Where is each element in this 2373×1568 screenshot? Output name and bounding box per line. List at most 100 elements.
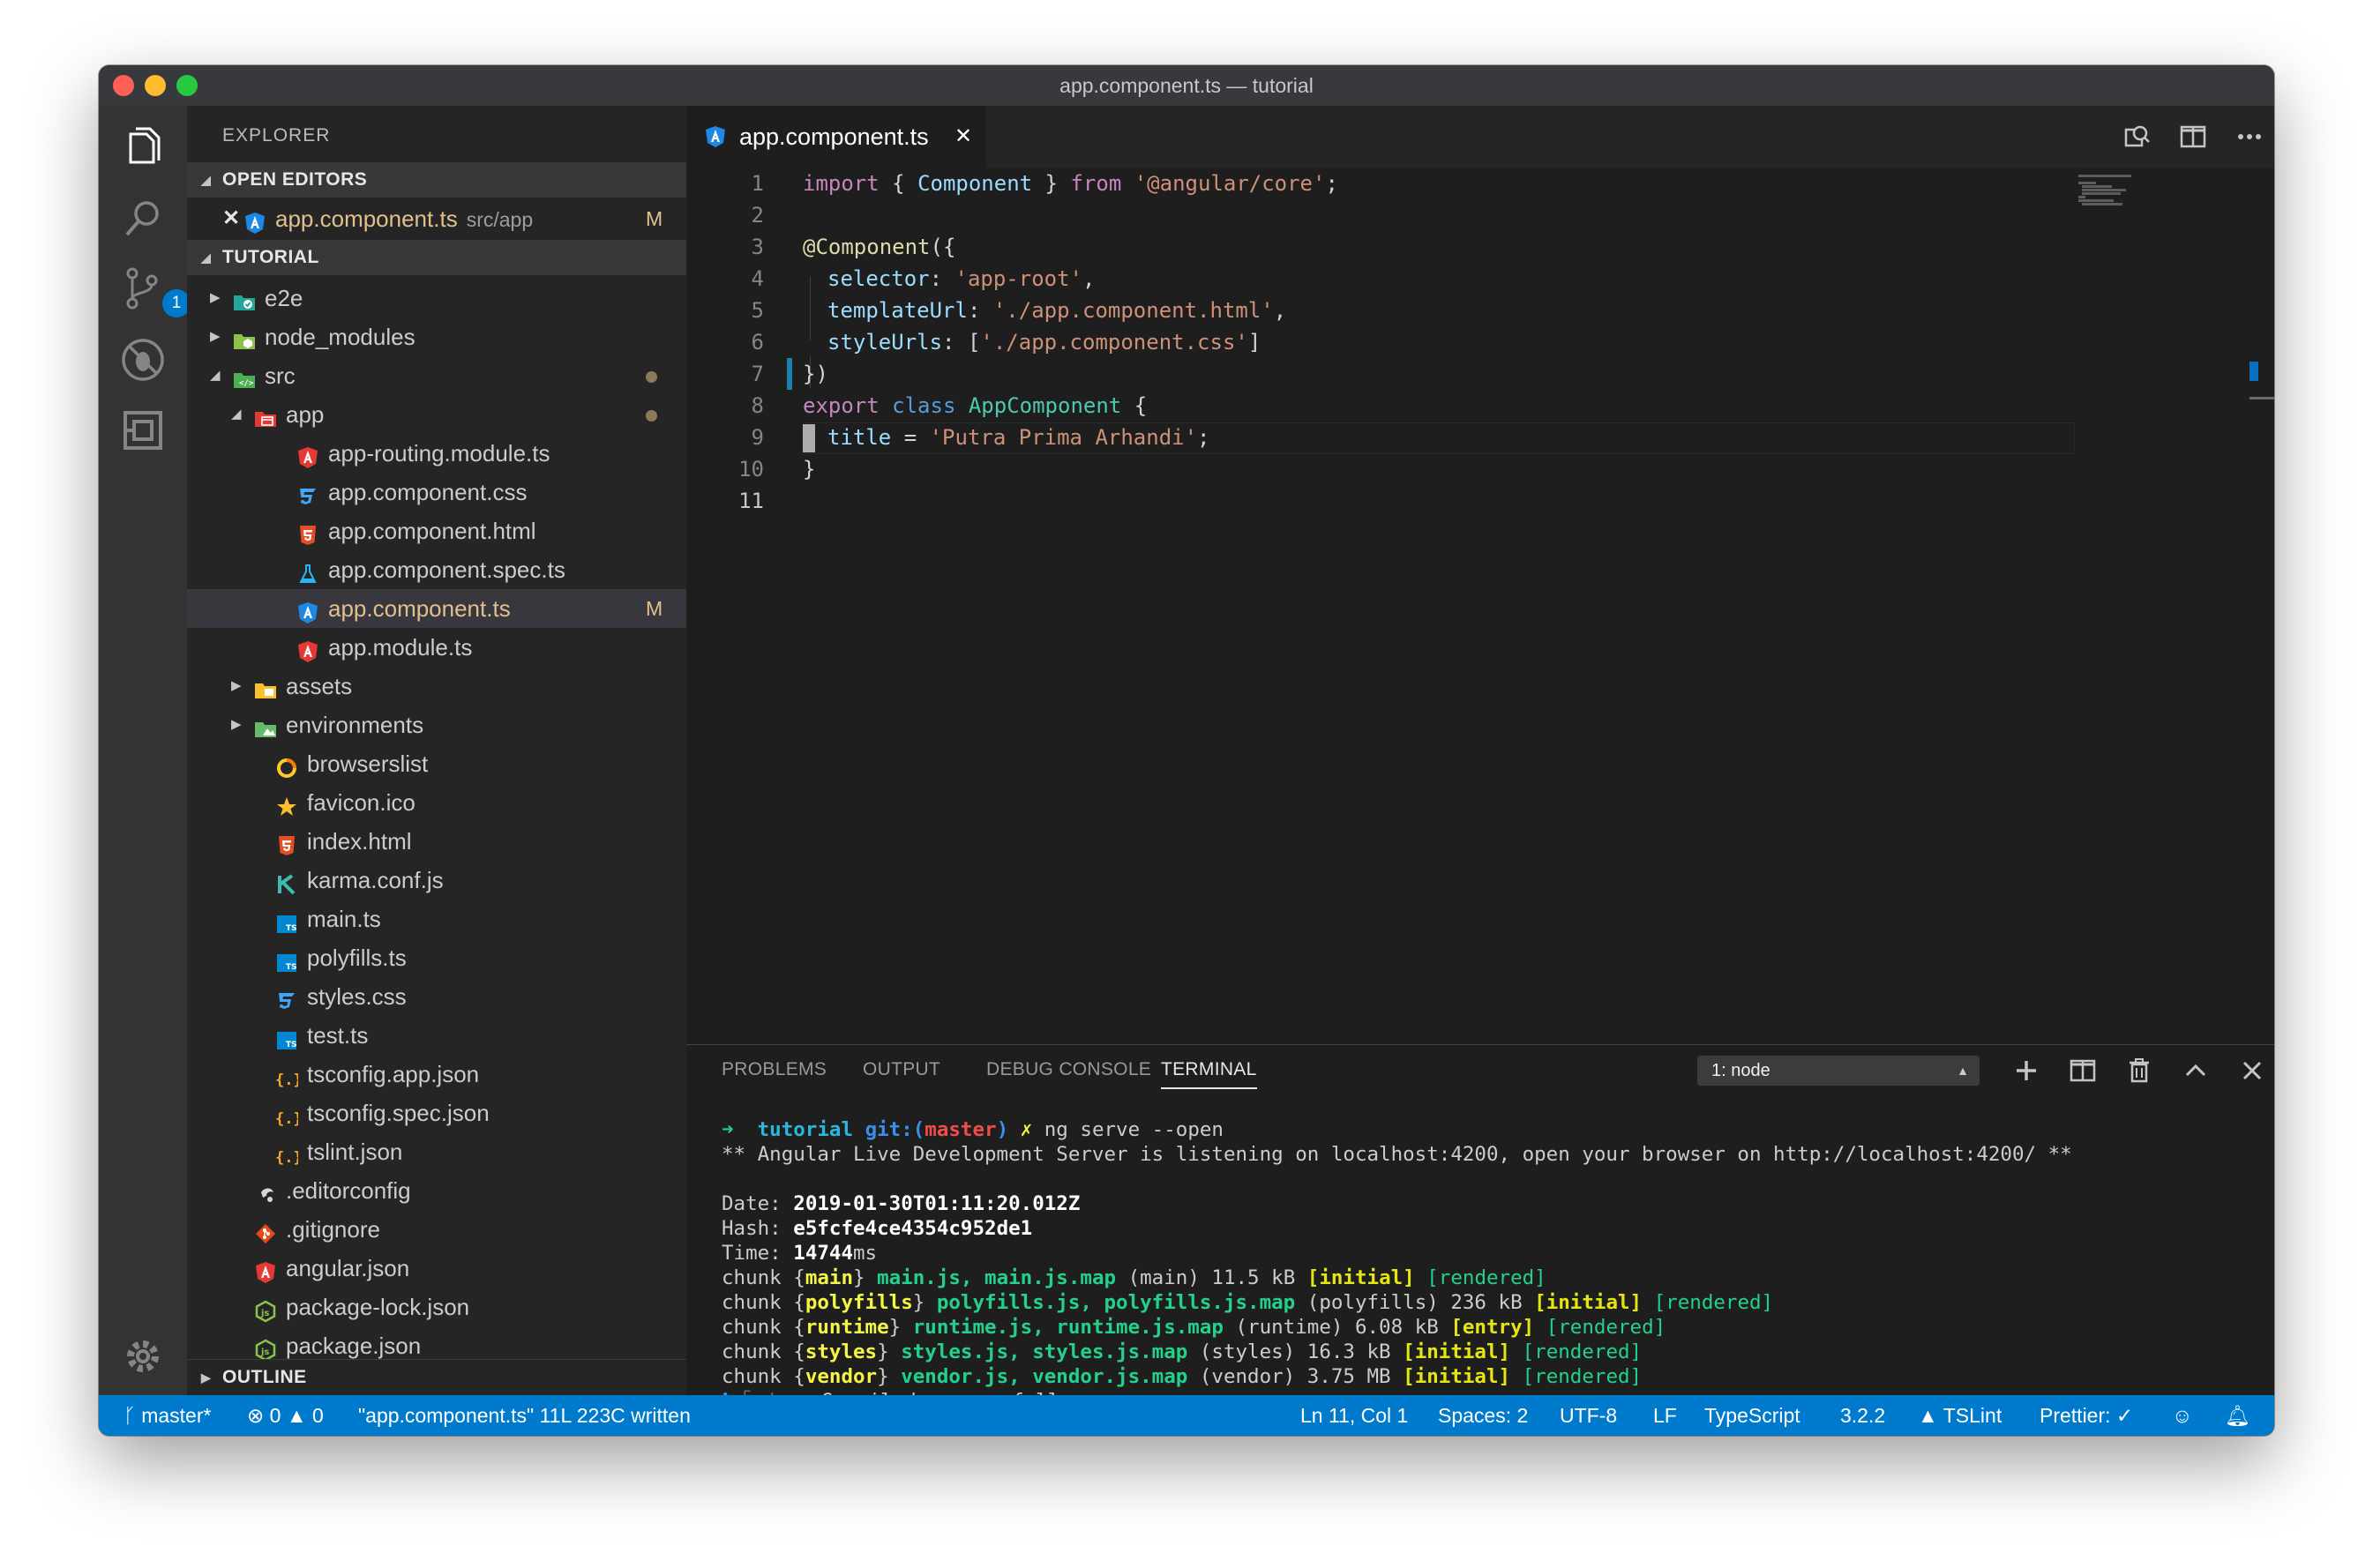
terminal-value: 14744 <box>793 1242 854 1265</box>
tree-folder-node-modules[interactable]: ▶ node_modules <box>187 317 686 356</box>
tree-folder-environments[interactable]: ▶ environments <box>187 706 686 744</box>
tree-file-index-html[interactable]: index.html <box>187 822 686 861</box>
git-branch-status[interactable]: ᚴ master* <box>124 1395 211 1436</box>
tree-item-label: app <box>286 401 325 428</box>
open-changes-icon[interactable] <box>2121 121 2152 153</box>
line-number: 1 <box>751 171 764 196</box>
tree-file-app-component-ts[interactable]: app.component.ts M <box>187 589 686 628</box>
text-cursor <box>803 424 815 452</box>
debug-icon[interactable] <box>118 335 168 385</box>
tree-file-app-routing-module-ts[interactable]: app-routing.module.ts <box>187 434 686 473</box>
tree-file-app-component-html[interactable]: app.component.html <box>187 511 686 550</box>
tree-file-karma-conf-js[interactable]: karma.conf.js <box>187 861 686 900</box>
json-icon: {.} <box>275 1140 303 1167</box>
tslint-status[interactable]: ▲ TSLint <box>1918 1395 2002 1436</box>
angular-icon <box>296 636 319 662</box>
minimap[interactable] <box>2078 175 2151 210</box>
tree-file-gitignore[interactable]: .gitignore <box>187 1210 686 1249</box>
tree-file-polyfills-ts[interactable]: TS polyfills.ts <box>187 938 686 977</box>
tree-item-label: app.component.ts <box>328 595 511 622</box>
tree-file-app-module-ts[interactable]: app.module.ts <box>187 628 686 667</box>
maximize-panel-icon[interactable] <box>2181 1056 2211 1086</box>
close-tab-icon[interactable]: ✕ <box>954 106 972 168</box>
karma-icon <box>275 869 298 895</box>
tab-problems[interactable]: PROBLEMS <box>722 1045 827 1094</box>
tab-terminal[interactable]: TERMINAL <box>1161 1045 1257 1094</box>
new-terminal-icon[interactable] <box>2011 1056 2041 1086</box>
terminal-chunk-line: chunk {main} main.js, main.js.map (main)… <box>722 1266 1546 1289</box>
chunk-files: styles.js, styles.js.map <box>901 1340 1188 1363</box>
tree-folder-assets[interactable]: ▶ assets <box>187 667 686 706</box>
source-control-icon[interactable]: 1 <box>118 265 191 317</box>
explorer-icon[interactable] <box>118 123 168 173</box>
project-section-header[interactable]: ◢ TUTORIAL <box>187 240 686 275</box>
code-token: templateUrl <box>827 298 968 323</box>
error-count: 0 <box>269 1404 281 1427</box>
tab-debug-console[interactable]: DEBUG CONSOLE <box>986 1045 1151 1094</box>
project-label: TUTORIAL <box>222 247 319 267</box>
cursor-position-status[interactable]: Ln 11, Col 1 <box>1300 1395 1408 1436</box>
problems-status[interactable]: ⊗ 0 ▲ 0 <box>247 1395 324 1436</box>
terminal-line: ** Angular Live Development Server is li… <box>722 1143 2072 1166</box>
code-line-1: import { Component } from '@angular/core… <box>803 168 1338 199</box>
chunk-files: polyfills.js, polyfills.js.map <box>936 1291 1296 1314</box>
tree-file-favicon-ico[interactable]: favicon.ico <box>187 783 686 822</box>
editor-tab[interactable]: app.component.ts ✕ <box>686 106 986 168</box>
tree-file-browserslist[interactable]: browserslist <box>187 744 686 783</box>
line-number: 4 <box>751 266 764 291</box>
line-number: 9 <box>751 425 764 450</box>
tree-folder-app[interactable]: ◢ app <box>187 395 686 434</box>
tree-folder-src[interactable]: ◢ </> src <box>187 356 686 395</box>
terminal-select[interactable]: 1: node ▲ <box>1697 1056 1980 1086</box>
tree-file-styles-css[interactable]: styles.css <box>187 977 686 1016</box>
code-editor[interactable]: 1 2 3 4 5 6 7 8 9 10 11 import { Component } from … <box>686 168 2274 1044</box>
close-panel-icon[interactable] <box>2237 1056 2267 1086</box>
tree-file-editorconfig[interactable]: .editorconfig <box>187 1171 686 1210</box>
open-editor-item[interactable]: ✕ app.component.ts src/app M <box>187 199 686 238</box>
code-token: 'Putra Prima Arhandi' <box>929 425 1198 450</box>
search-icon[interactable] <box>118 194 168 243</box>
more-actions-icon[interactable] <box>2234 121 2265 153</box>
open-editors-section-header[interactable]: ◢ OPEN EDITORS <box>187 162 686 198</box>
tree-file-test-ts[interactable]: TS test.ts <box>187 1016 686 1055</box>
chunk-name: vendor <box>805 1365 878 1388</box>
encoding-status[interactable]: UTF-8 <box>1560 1395 1617 1436</box>
settings-gear-icon[interactable] <box>118 1332 168 1381</box>
outline-section-header[interactable]: ▶ OUTLINE <box>187 1359 686 1395</box>
editorconfig-icon <box>254 1179 277 1203</box>
tree-item-label: styles.css <box>307 983 407 1010</box>
tab-output[interactable]: OUTPUT <box>863 1045 940 1094</box>
split-terminal-icon[interactable] <box>2068 1056 2098 1086</box>
close-editor-icon[interactable]: ✕ <box>222 199 240 238</box>
star-icon <box>275 791 298 816</box>
tree-file-angular-json[interactable]: angular.json <box>187 1249 686 1288</box>
indentation-status[interactable]: Spaces: 2 <box>1438 1395 1528 1436</box>
code-token: : [ <box>942 330 981 355</box>
tree-file-tslint-json[interactable]: {.} tslint.json <box>187 1132 686 1171</box>
chunk-state: [rendered] <box>1522 1365 1643 1388</box>
chunk-word: chunk <box>722 1365 782 1388</box>
prompt-dirty: ✗ <box>1020 1118 1033 1141</box>
feedback-smiley-icon[interactable]: ☺ <box>2172 1395 2192 1436</box>
notifications-bell-icon[interactable]: 🔔︎ <box>2225 1395 2250 1436</box>
svg-text:{.}: {.} <box>275 1149 298 1167</box>
tree-file-app-component-css[interactable]: app.component.css <box>187 473 686 511</box>
kill-terminal-icon[interactable] <box>2124 1056 2154 1086</box>
tree-file-main-ts[interactable]: TS main.ts <box>187 900 686 938</box>
terminal-output[interactable]: ➜ tutorial git:(master) ✗ ng serve --ope… <box>722 1117 2257 1436</box>
extensions-icon[interactable] <box>118 406 168 455</box>
tree-file-app-component-spec-ts[interactable]: app.component.spec.ts <box>187 550 686 589</box>
tree-file-package-lock-json[interactable]: js package-lock.json <box>187 1288 686 1326</box>
tree-file-tsconfig-spec-json[interactable]: {.} tsconfig.spec.json <box>187 1094 686 1132</box>
chunk-state: [rendered] <box>1546 1316 1666 1339</box>
language-mode-status[interactable]: TypeScript <box>1704 1395 1800 1436</box>
chevron-down-icon: ◢ <box>201 173 211 187</box>
tree-file-tsconfig-app-json[interactable]: {.} tsconfig.app.json <box>187 1055 686 1094</box>
ts-version-status[interactable]: 3.2.2 <box>1840 1395 1885 1436</box>
prettier-status[interactable]: Prettier: ✓ <box>2040 1395 2133 1436</box>
code-token: styleUrls <box>827 330 943 355</box>
tree-folder-e2e[interactable]: ▶ e2e <box>187 279 686 317</box>
line-number: 6 <box>751 330 764 355</box>
eol-status[interactable]: LF <box>1653 1395 1677 1436</box>
split-editor-icon[interactable] <box>2177 121 2209 153</box>
